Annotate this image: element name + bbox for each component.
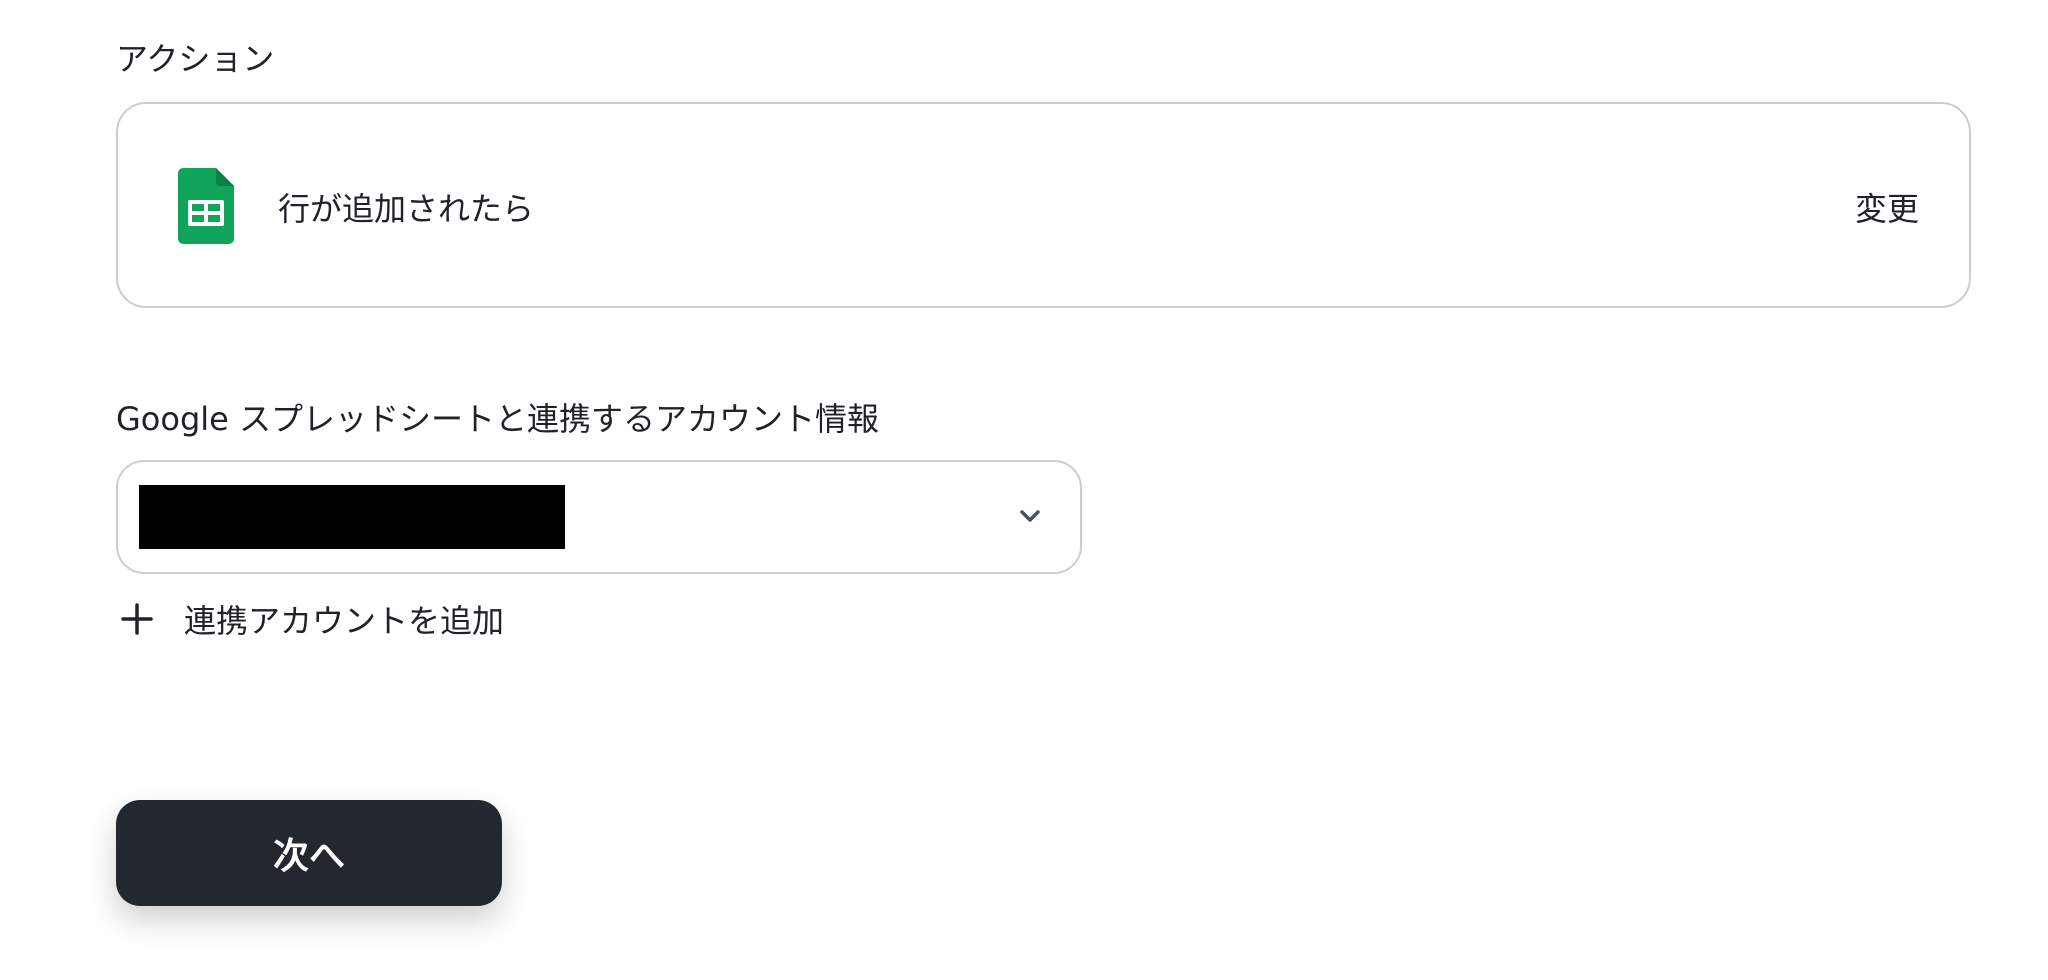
plus-icon xyxy=(121,603,153,635)
action-name: 行が追加されたら xyxy=(278,190,535,228)
add-account-button[interactable]: 連携アカウントを追加 xyxy=(120,596,504,642)
redacted-account-value xyxy=(139,485,565,549)
change-action-button[interactable]: 変更 xyxy=(1855,184,1919,230)
google-sheets-icon xyxy=(178,168,234,244)
account-section-label: Google スプレッドシートと連携するアカウント情報 xyxy=(116,400,880,438)
action-section-label: アクション xyxy=(116,40,275,78)
chevron-down-icon xyxy=(1020,510,1040,522)
add-account-label: 連携アカウントを追加 xyxy=(184,602,505,640)
page: アクション 行が追加されたら 変更 Google スプレッドシートと連携するアカ… xyxy=(0,0,2048,980)
account-select[interactable] xyxy=(116,460,1082,574)
action-card: 行が追加されたら 変更 xyxy=(116,102,1971,308)
next-button[interactable]: 次へ xyxy=(116,800,502,906)
